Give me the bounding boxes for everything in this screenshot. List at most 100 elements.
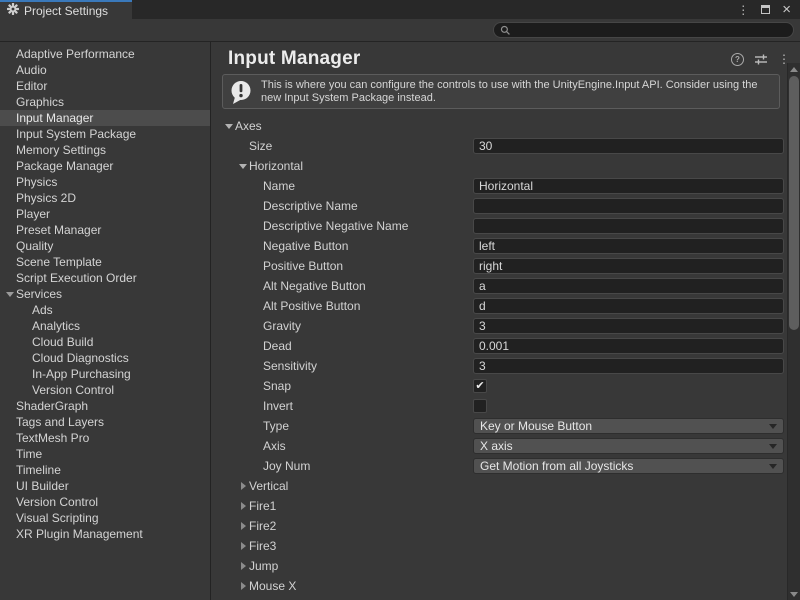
sidebar-item-ads[interactable]: Ads bbox=[0, 302, 210, 318]
sidebar-item-physics-2d[interactable]: Physics 2D bbox=[0, 190, 210, 206]
sidebar-item-cloud-diagnostics[interactable]: Cloud Diagnostics bbox=[0, 350, 210, 366]
row-alt-negative-button: Alt Negative Button bbox=[211, 276, 784, 296]
window-menu-icon[interactable]: ⋮ bbox=[737, 4, 749, 16]
checkbox-snap[interactable]: ✔ bbox=[473, 379, 487, 393]
sidebar-item-visual-scripting[interactable]: Visual Scripting bbox=[0, 510, 210, 526]
foldout-fire3[interactable] bbox=[237, 542, 249, 550]
checkbox-invert[interactable] bbox=[473, 399, 487, 413]
foldout-jump[interactable] bbox=[237, 562, 249, 570]
sidebar-item-label: Services bbox=[16, 287, 62, 301]
row-type: TypeKey or Mouse Button bbox=[211, 416, 784, 436]
row-joy-num: Joy NumGet Motion from all Joysticks bbox=[211, 456, 784, 476]
search-input[interactable] bbox=[515, 24, 787, 36]
sidebar-item-in-app-purchasing[interactable]: In-App Purchasing bbox=[0, 366, 210, 382]
sidebar-item-ui-builder[interactable]: UI Builder bbox=[0, 478, 210, 494]
sidebar-item-tags-and-layers[interactable]: Tags and Layers bbox=[0, 414, 210, 430]
sidebar-item-package-manager[interactable]: Package Manager bbox=[0, 158, 210, 174]
sidebar-item-version-control[interactable]: Version Control bbox=[0, 494, 210, 510]
tab-project-settings[interactable]: Project Settings bbox=[0, 0, 132, 19]
sidebar-item-memory-settings[interactable]: Memory Settings bbox=[0, 142, 210, 158]
dropdown-type[interactable]: Key or Mouse Button bbox=[473, 418, 784, 434]
foldout-collapsed-icon bbox=[241, 502, 246, 510]
row-label: Alt Positive Button bbox=[263, 299, 360, 313]
sidebar-item-label: XR Plugin Management bbox=[16, 527, 143, 541]
scroll-up-icon[interactable] bbox=[790, 67, 798, 72]
field-descriptive-negative-name[interactable] bbox=[473, 218, 784, 234]
vertical-scrollbar[interactable] bbox=[787, 63, 800, 600]
sidebar-item-script-execution-order[interactable]: Script Execution Order bbox=[0, 270, 210, 286]
row-positive-button: Positive Button bbox=[211, 256, 784, 276]
row-alt-positive-button: Alt Positive Button bbox=[211, 296, 784, 316]
field-sensitivity[interactable] bbox=[473, 358, 784, 374]
sidebar-item-label: Time bbox=[16, 447, 42, 461]
dropdown-joy-num[interactable]: Get Motion from all Joysticks bbox=[473, 458, 784, 474]
scroll-down-icon[interactable] bbox=[790, 592, 798, 597]
sidebar-item-label: Analytics bbox=[32, 319, 80, 333]
field-alt-negative-button[interactable] bbox=[473, 278, 784, 294]
help-icon[interactable]: ? bbox=[731, 53, 744, 66]
foldout-collapsed-icon bbox=[241, 542, 246, 550]
sidebar-item-scene-template[interactable]: Scene Template bbox=[0, 254, 210, 270]
close-icon[interactable]: × bbox=[782, 2, 791, 17]
field-negative-button[interactable] bbox=[473, 238, 784, 254]
row-label: Dead bbox=[263, 339, 292, 353]
sidebar-item-label: Quality bbox=[16, 239, 53, 253]
sidebar-item-shadergraph[interactable]: ShaderGraph bbox=[0, 398, 210, 414]
sidebar-item-time[interactable]: Time bbox=[0, 446, 210, 462]
scrollbar-thumb[interactable] bbox=[789, 76, 799, 330]
sidebar-item-input-manager[interactable]: Input Manager bbox=[0, 110, 210, 126]
inspector-panel: Input Manager ? ⋮ bbox=[211, 42, 800, 600]
sidebar-item-physics[interactable]: Physics bbox=[0, 174, 210, 190]
foldout-axes[interactable] bbox=[223, 124, 235, 129]
row-label: Size bbox=[249, 139, 272, 153]
foldout-collapsed-icon bbox=[241, 522, 246, 530]
sidebar-item-version-control[interactable]: Version Control bbox=[0, 382, 210, 398]
row-field-area: Get Motion from all Joysticks bbox=[473, 458, 784, 474]
row-invert: Invert bbox=[211, 396, 784, 416]
field-dead[interactable] bbox=[473, 338, 784, 354]
presets-icon[interactable] bbox=[754, 53, 768, 66]
sidebar-item-input-system-package[interactable]: Input System Package bbox=[0, 126, 210, 142]
row-axis: AxisX axis bbox=[211, 436, 784, 456]
row-label-area: Invert bbox=[211, 399, 473, 413]
field-alt-positive-button[interactable] bbox=[473, 298, 784, 314]
dropdown-value: Get Motion from all Joysticks bbox=[480, 459, 633, 473]
sidebar-item-quality[interactable]: Quality bbox=[0, 238, 210, 254]
main-split: Adaptive PerformanceAudioEditorGraphicsI… bbox=[0, 42, 800, 600]
sidebar-item-adaptive-performance[interactable]: Adaptive Performance bbox=[0, 46, 210, 62]
sidebar-item-label: Preset Manager bbox=[16, 223, 101, 237]
axes-settings-rows: AxesSizeHorizontalNameDescriptive NameDe… bbox=[211, 116, 800, 596]
inspector-header: Input Manager ? ⋮ bbox=[211, 42, 800, 74]
foldout-fire1[interactable] bbox=[237, 502, 249, 510]
search-box[interactable] bbox=[493, 22, 794, 38]
foldout-horizontal[interactable] bbox=[237, 164, 249, 169]
field-gravity[interactable] bbox=[473, 318, 784, 334]
sidebar-item-services[interactable]: Services bbox=[0, 286, 210, 302]
foldout-vertical[interactable] bbox=[237, 482, 249, 490]
dropdown-axis[interactable]: X axis bbox=[473, 438, 784, 454]
field-size[interactable] bbox=[473, 138, 784, 154]
field-descriptive-name[interactable] bbox=[473, 198, 784, 214]
foldout-open-icon[interactable] bbox=[6, 292, 14, 297]
maximize-icon[interactable] bbox=[761, 5, 770, 14]
row-field-area bbox=[473, 178, 784, 194]
foldout-fire2[interactable] bbox=[237, 522, 249, 530]
sidebar-item-label: Tags and Layers bbox=[16, 415, 104, 429]
sidebar-item-label: Physics 2D bbox=[16, 191, 76, 205]
row-vertical: Vertical bbox=[211, 476, 784, 496]
sidebar-item-analytics[interactable]: Analytics bbox=[0, 318, 210, 334]
sidebar-item-graphics[interactable]: Graphics bbox=[0, 94, 210, 110]
sidebar-item-timeline[interactable]: Timeline bbox=[0, 462, 210, 478]
sidebar-item-cloud-build[interactable]: Cloud Build bbox=[0, 334, 210, 350]
window-controls: ⋮ × bbox=[737, 0, 800, 19]
sidebar-item-audio[interactable]: Audio bbox=[0, 62, 210, 78]
sidebar-item-xr-plugin-management[interactable]: XR Plugin Management bbox=[0, 526, 210, 542]
foldout-mouse-x[interactable] bbox=[237, 582, 249, 590]
field-positive-button[interactable] bbox=[473, 258, 784, 274]
sidebar-item-textmesh-pro[interactable]: TextMesh Pro bbox=[0, 430, 210, 446]
sidebar-item-player[interactable]: Player bbox=[0, 206, 210, 222]
sidebar-item-preset-manager[interactable]: Preset Manager bbox=[0, 222, 210, 238]
row-label-area: Type bbox=[211, 419, 473, 433]
field-name[interactable] bbox=[473, 178, 784, 194]
sidebar-item-editor[interactable]: Editor bbox=[0, 78, 210, 94]
